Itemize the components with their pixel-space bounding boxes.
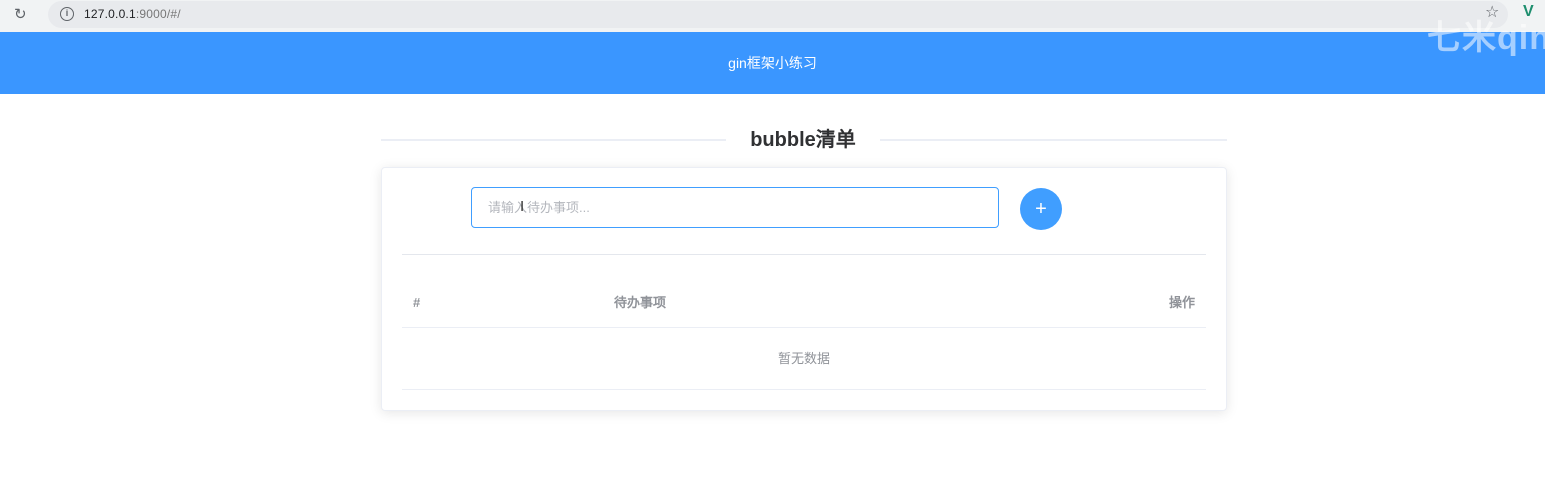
- column-header-actions: 操作: [1168, 295, 1195, 310]
- add-todo-button[interactable]: +: [1020, 188, 1062, 230]
- url-path: :9000/#/: [135, 7, 181, 21]
- todo-table: # 待办事项 操作 暂无数据: [402, 280, 1206, 390]
- column-header-index: #: [413, 295, 421, 310]
- browser-toolbar: ↻ i 127.0.0.1:9000/#/ ☆ V: [0, 0, 1545, 32]
- address-bar[interactable]: i 127.0.0.1:9000/#/: [48, 1, 1508, 28]
- watermark-logo: 七米qin: [1427, 19, 1545, 57]
- card-divider: [402, 254, 1206, 255]
- info-icon[interactable]: i: [60, 7, 74, 21]
- plus-icon: +: [1035, 198, 1047, 220]
- text-cursor-icon: I: [520, 198, 525, 215]
- page-title: bubble清单: [726, 122, 880, 162]
- app-header: gin框架小练习 七米qin: [0, 19, 1545, 94]
- app-title: gin框架小练习: [728, 55, 817, 71]
- url-host: 127.0.0.1: [84, 7, 136, 21]
- empty-state: 暂无数据: [402, 328, 1206, 390]
- todo-input[interactable]: [471, 187, 999, 228]
- url-text[interactable]: 127.0.0.1:9000/#/: [84, 6, 181, 23]
- todo-card: + # 待办事项 操作 暂无数据: [381, 167, 1227, 411]
- table-header: # 待办事项 操作: [402, 280, 1206, 328]
- reload-icon[interactable]: ↻: [14, 5, 27, 25]
- column-header-todo: 待办事项: [614, 295, 667, 310]
